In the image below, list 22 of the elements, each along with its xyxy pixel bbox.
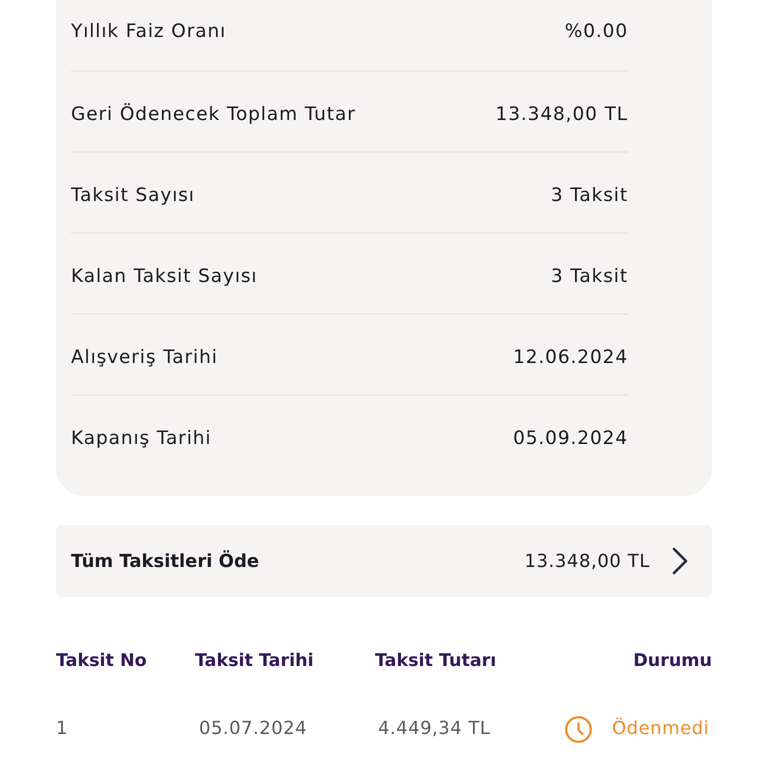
chevron-right-icon [672,547,688,575]
detail-label: Yıllık Faiz Oranı [71,20,226,44]
detail-label: Taksit Sayısı [71,184,195,208]
table-cell-text: 4.449,34 TL [377,717,492,741]
detail-label: Alışveriş Tarihi [71,346,218,370]
column-header: Taksit No [56,650,148,673]
column-header: Taksit Tarihi [195,650,315,673]
detail-label: Kalan Taksit Sayısı [71,265,258,289]
table-cell-text: 05.07.2024 [198,717,308,741]
detail-label: Geri Ödenecek Toplam Tutar [71,103,356,127]
detail-value: 3 Taksit [550,265,628,289]
detail-value: 05.09.2024 [513,427,628,451]
column-header: Taksit Tutarı [375,650,498,673]
detail-value: 12.06.2024 [513,346,628,370]
table-cell-text: 1 [56,717,69,741]
detail-value: 13.348,00 TL [496,103,628,127]
pay-all-button[interactable]: Tüm Taksitleri Öde 13.348,00 TL [56,525,712,597]
status-text: Ödenmedi [612,716,710,741]
detail-value: 3 Taksit [550,184,628,208]
column-header: Durumu [632,650,713,673]
detail-label: Kapanış Tarihi [71,427,212,451]
detail-value: %0.00 [564,20,628,44]
